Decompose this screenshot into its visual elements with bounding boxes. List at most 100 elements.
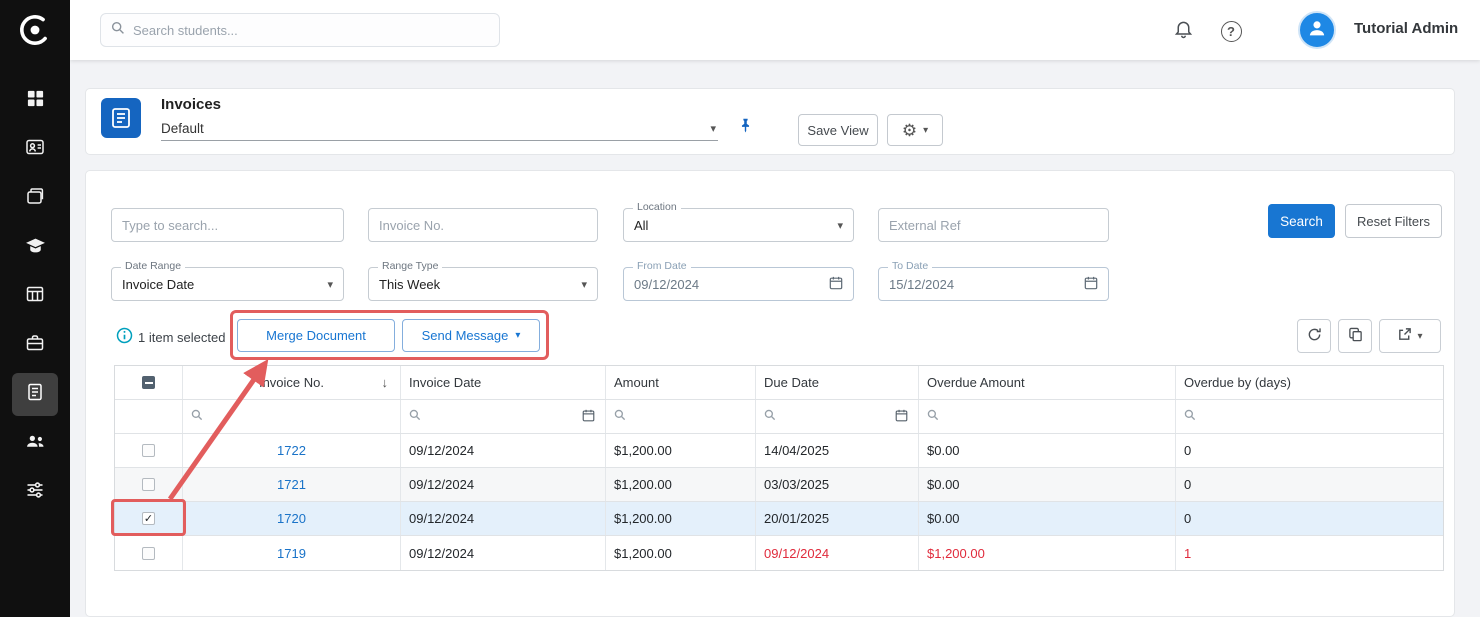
select-all-checkbox[interactable] bbox=[142, 376, 155, 389]
global-search[interactable] bbox=[100, 13, 500, 47]
people-icon bbox=[25, 431, 46, 457]
filter-invoice-date[interactable] bbox=[401, 400, 606, 433]
sidebar-item-business[interactable] bbox=[0, 321, 70, 370]
export-button[interactable]: ▾ bbox=[1379, 319, 1441, 353]
filter-overdue-days[interactable] bbox=[1176, 400, 1443, 433]
table-row[interactable]: 1722 09/12/2024 $1,200.00 14/04/2025 $0.… bbox=[115, 434, 1443, 468]
search-button[interactable]: Search bbox=[1268, 204, 1335, 238]
from-date-input[interactable]: From Date 09/12/2024 bbox=[623, 267, 854, 301]
type-to-search-input[interactable] bbox=[111, 208, 344, 242]
calendar-icon[interactable] bbox=[582, 409, 595, 425]
calendar-icon[interactable] bbox=[895, 409, 908, 425]
date-range-value: Invoice Date bbox=[122, 277, 194, 292]
table-filter-row bbox=[115, 400, 1443, 434]
column-header-amount[interactable]: Amount bbox=[606, 366, 756, 399]
cell-invoice-date: 09/12/2024 bbox=[401, 536, 606, 570]
column-header-overdue-amount[interactable]: Overdue Amount bbox=[919, 366, 1176, 399]
topbar: ? Tutorial Admin bbox=[70, 0, 1480, 60]
invoice-link[interactable]: 1721 bbox=[277, 477, 306, 492]
help-button[interactable]: ? bbox=[1218, 18, 1244, 44]
filter-overdue-amount[interactable] bbox=[919, 400, 1176, 433]
cell-overdue-days: 0 bbox=[1176, 502, 1443, 535]
cell-overdue-days: 0 bbox=[1176, 468, 1443, 501]
table-row-selected[interactable]: ✓ 1720 09/12/2024 $1,200.00 20/01/2025 $… bbox=[115, 502, 1443, 536]
content-card: Location All ▾ Search Reset Filters Date… bbox=[85, 170, 1455, 617]
date-range-select[interactable]: Date Range Invoice Date ▾ bbox=[111, 267, 344, 301]
copy-button[interactable] bbox=[1338, 319, 1372, 353]
row-checkbox[interactable] bbox=[142, 478, 155, 491]
column-header-overdue-days[interactable]: Overdue by (days) bbox=[1176, 366, 1443, 399]
filter-invoice-no[interactable] bbox=[183, 400, 401, 433]
filter-amount[interactable] bbox=[606, 400, 756, 433]
invoice-link[interactable]: 1720 bbox=[277, 511, 306, 526]
search-icon bbox=[111, 21, 125, 40]
column-header-invoice-no[interactable]: Invoice No. ↓ bbox=[183, 366, 401, 399]
merge-document-button[interactable]: Merge Document bbox=[237, 319, 395, 352]
location-label: Location bbox=[633, 201, 681, 213]
invoice-no-input[interactable] bbox=[368, 208, 598, 242]
row-checkbox-checked[interactable]: ✓ bbox=[142, 512, 155, 525]
calendar-icon[interactable] bbox=[829, 276, 843, 293]
location-select[interactable]: Location All ▾ bbox=[623, 208, 854, 242]
user-name[interactable]: Tutorial Admin bbox=[1354, 20, 1458, 37]
search-icon bbox=[191, 409, 203, 424]
sidebar-item-invoices[interactable] bbox=[0, 370, 70, 419]
notifications-button[interactable] bbox=[1170, 18, 1196, 44]
view-settings-button[interactable]: ⚙ ▾ bbox=[887, 114, 943, 146]
sort-desc-icon[interactable]: ↓ bbox=[382, 375, 389, 390]
avatar[interactable] bbox=[1298, 11, 1336, 49]
page-header-card: Invoices Default ▾ Save View ⚙ ▾ bbox=[85, 88, 1455, 155]
from-date-value: 09/12/2024 bbox=[634, 277, 699, 292]
range-type-select[interactable]: Range Type This Week ▾ bbox=[368, 267, 598, 301]
sidebar-item-staff[interactable] bbox=[0, 419, 70, 468]
save-view-button[interactable]: Save View bbox=[798, 114, 878, 146]
sidebar-item-reports[interactable] bbox=[0, 272, 70, 321]
refresh-button[interactable] bbox=[1297, 319, 1331, 353]
chevron-down-icon: ▾ bbox=[837, 219, 843, 232]
view-selector[interactable]: Default ▾ bbox=[161, 117, 718, 141]
row-checkbox[interactable] bbox=[142, 444, 155, 457]
view-selector-value: Default bbox=[161, 121, 204, 136]
column-header-due-date[interactable]: Due Date bbox=[756, 366, 919, 399]
cell-overdue-amount: $0.00 bbox=[919, 434, 1176, 467]
column-header-invoice-date[interactable]: Invoice Date bbox=[401, 366, 606, 399]
to-date-input[interactable]: To Date 15/12/2024 bbox=[878, 267, 1109, 301]
cell-amount: $1,200.00 bbox=[606, 536, 756, 570]
cell-overdue-days: 1 bbox=[1176, 536, 1443, 570]
app-logo[interactable] bbox=[0, 6, 70, 58]
cell-overdue-amount: $0.00 bbox=[919, 502, 1176, 535]
pin-view-button[interactable] bbox=[732, 115, 758, 141]
range-type-label: Range Type bbox=[378, 260, 442, 272]
send-message-button[interactable]: Send Message ▾ bbox=[402, 319, 540, 352]
sidebar-item-classes[interactable] bbox=[0, 223, 70, 272]
column-label: Amount bbox=[614, 375, 659, 390]
bell-icon bbox=[1173, 18, 1194, 44]
reset-filters-button[interactable]: Reset Filters bbox=[1345, 204, 1442, 238]
sidebar-item-contacts[interactable] bbox=[0, 125, 70, 174]
column-label: Overdue Amount bbox=[927, 375, 1025, 390]
selection-count-text: 1 item selected bbox=[138, 330, 225, 345]
search-input[interactable] bbox=[133, 23, 473, 38]
row-checkbox[interactable] bbox=[142, 547, 155, 560]
cell-due-date: 09/12/2024 bbox=[756, 536, 919, 570]
invoice-link[interactable]: 1722 bbox=[277, 443, 306, 458]
table-row[interactable]: 1721 09/12/2024 $1,200.00 03/03/2025 $0.… bbox=[115, 468, 1443, 502]
graduation-cap-icon bbox=[25, 235, 46, 261]
send-message-label: Send Message bbox=[422, 328, 509, 343]
to-date-label: To Date bbox=[888, 260, 932, 272]
help-icon: ? bbox=[1221, 21, 1242, 42]
sidebar-item-dashboard[interactable] bbox=[0, 76, 70, 125]
sidebar-item-settings[interactable] bbox=[0, 468, 70, 517]
chevron-down-icon: ▾ bbox=[327, 278, 333, 291]
calendar-icon[interactable] bbox=[1084, 276, 1098, 293]
user-icon bbox=[1306, 17, 1328, 44]
filter-due-date[interactable] bbox=[756, 400, 919, 433]
invoices-table: Invoice No. ↓ Invoice Date Amount Due Da… bbox=[114, 365, 1444, 571]
invoice-link[interactable]: 1719 bbox=[277, 546, 306, 561]
cell-overdue-days: 0 bbox=[1176, 434, 1443, 467]
sidebar-item-registers[interactable] bbox=[0, 174, 70, 223]
external-ref-input[interactable] bbox=[878, 208, 1109, 242]
cell-amount: $1,200.00 bbox=[606, 468, 756, 501]
pin-icon bbox=[737, 117, 754, 139]
table-row[interactable]: 1719 09/12/2024 $1,200.00 09/12/2024 $1,… bbox=[115, 536, 1443, 570]
